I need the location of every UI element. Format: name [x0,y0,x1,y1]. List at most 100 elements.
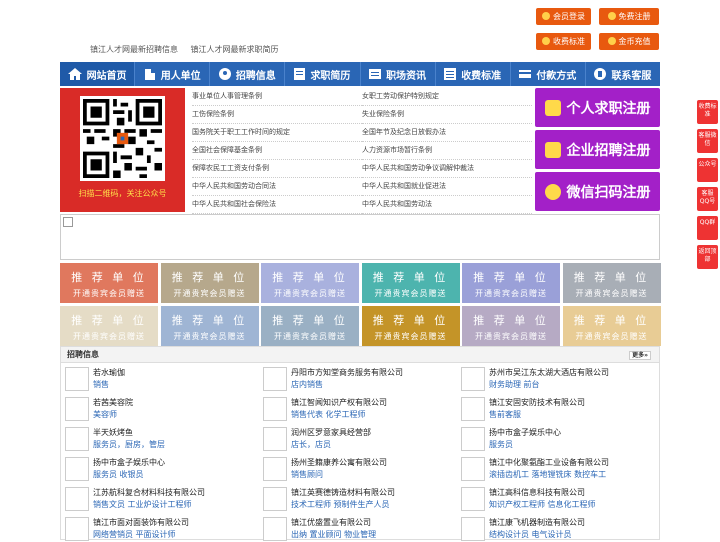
job-positions[interactable]: 销售文员 工业炉设计工程师 [93,499,192,510]
job-listing[interactable]: 镇江优盛置业有限公司 出纳 置业顾问 物业管理 [259,514,449,542]
company-name[interactable]: 镇江高科信息科技有限公司 [489,487,585,498]
personal-register-button[interactable]: 个人求职注册 [535,88,660,127]
side-item[interactable]: 返回顶部 [697,245,718,269]
promo-slot[interactable]: 推 荐 单 位开通贵宾会员赠送 [160,306,259,346]
policy-link[interactable]: 事业单位人事管理条例 [192,88,362,106]
policy-link[interactable]: 中华人民共和国劳动法 [362,196,532,214]
nav-pricing[interactable]: 收费标准 [436,62,511,86]
promo-slot[interactable]: 推 荐 单 位开通贵宾会员赠送 [261,306,359,346]
job-listing[interactable]: 扬中市盒子娱乐中心 服务员 收银员 [61,454,251,482]
company-name[interactable]: 镇江康飞机器制造有限公司 [489,517,585,528]
job-listing[interactable]: 镇江英赛德铸造材料有限公司 技术工程师 预制件生产人员 [259,484,449,512]
policy-link[interactable]: 工伤保险条例 [192,106,362,124]
nav-employers[interactable]: 用人单位 [135,62,211,86]
latest-resumes-link[interactable]: 镇江人才网最新求职简历 [191,45,279,54]
job-listing[interactable]: 镇江中化聚氨酯工业设备有限公司 滚插齿机工 落地镗铣床 数控车工 [457,454,647,482]
policy-link[interactable]: 女职工劳动保护特别规定 [362,88,532,106]
company-name[interactable]: 扬中市盒子娱乐中心 [489,427,561,438]
nav-home[interactable]: 网站首页 [60,62,136,86]
side-item[interactable]: 收费标准 [697,100,718,124]
promo-slot[interactable]: 推 荐 单 位开通贵宾会员赠送 [562,306,661,346]
promo-slot[interactable]: 推 荐 单 位开通贵宾会员赠送 [261,263,359,303]
promo-slot[interactable]: 推 荐 单 位开通贵宾会员赠送 [361,263,460,303]
company-name[interactable]: 镇江中化聚氨酯工业设备有限公司 [489,457,609,468]
nav-news[interactable]: 职场资讯 [361,62,436,86]
job-listing[interactable]: 镇江康飞机器制造有限公司 结构设计员 电气设计员 [457,514,647,542]
job-positions[interactable]: 销售 [93,379,109,390]
job-listing[interactable]: 丹阳市方知堂商务服务有限公司 店内销售 [259,364,449,392]
job-positions[interactable]: 财务助理 前台 [489,379,540,390]
job-positions[interactable]: 店长，店员 [291,439,331,450]
policy-link[interactable]: 国务院关于职工工作时间的规定 [192,124,362,142]
job-listing[interactable]: 镇江高科信息科技有限公司 知识产权工程师 信息化工程师 [457,484,647,512]
policy-link[interactable]: 失业保险条例 [362,106,532,124]
policy-link[interactable]: 中华人民共和国社会保险法 [192,196,362,214]
company-name[interactable]: 丹阳市方知堂商务服务有限公司 [291,367,403,378]
job-positions[interactable]: 销售顾问 [291,469,323,480]
job-listing[interactable]: 润州区罗意家具经营部 店长，店员 [259,424,449,452]
job-listing[interactable]: 扬州圣籍康养公寓有限公司 销售顾问 [259,454,449,482]
company-name[interactable]: 润州区罗意家具经营部 [291,427,371,438]
job-listing[interactable]: 扬中市盒子娱乐中心 服务员 [457,424,647,452]
company-register-button[interactable]: 企业招聘注册 [535,130,660,169]
company-name[interactable]: 扬州圣籍康养公寓有限公司 [291,457,387,468]
company-name[interactable]: 镇江智闻知识产权有限公司 [291,397,387,408]
policy-link[interactable]: 中华人民共和国就业促进法 [362,178,532,196]
recharge-button[interactable]: 金币充值 [599,33,659,50]
promo-slot[interactable]: 推 荐 单 位开通贵宾会员赠送 [462,306,560,346]
job-positions[interactable]: 知识产权工程师 信息化工程师 [489,499,596,510]
job-listing[interactable]: 江苏航科复合材料科技有限公司 销售文员 工业炉设计工程师 [61,484,251,512]
job-positions[interactable]: 结构设计员 电气设计员 [489,529,572,540]
promo-slot[interactable]: 推 荐 单 位开通贵宾会员赠送 [60,306,158,346]
company-name[interactable]: 扬中市盒子娱乐中心 [93,457,165,468]
job-listing[interactable]: 镇江安固安防技术有限公司 售前客服 [457,394,647,422]
company-name[interactable]: 半天妖烤鱼 [93,427,133,438]
policy-link[interactable]: 人力资源市场暂行条例 [362,142,532,160]
latest-jobs-link[interactable]: 镇江人才网最新招聘信息 [90,45,178,54]
policy-link[interactable]: 中华人民共和国劳动合同法 [192,178,362,196]
policy-link[interactable]: 全国社会保障基金条例 [192,142,362,160]
job-listing[interactable]: 半天妖烤鱼 服务员，厨房，管层 [61,424,251,452]
policy-link[interactable]: 保障农民工工资支付条例 [192,160,362,178]
job-listing[interactable]: 若水瑜伽 销售 [61,364,251,392]
policy-link[interactable]: 全国年节及纪念日放假办法 [362,124,532,142]
nav-payment[interactable]: 付款方式 [511,62,586,86]
job-positions[interactable]: 服务员 [489,439,513,450]
nav-contact[interactable]: 联系客服 [586,62,660,86]
nav-resumes[interactable]: 求职简历 [285,62,361,86]
promo-slot[interactable]: 推 荐 单 位开通贵宾会员赠送 [562,263,661,303]
company-name[interactable]: 江苏航科复合材料科技有限公司 [93,487,205,498]
wechat-register-button[interactable]: 微信扫码注册 [535,172,660,211]
company-name[interactable]: 镇江英赛德铸造材料有限公司 [291,487,395,498]
job-positions[interactable]: 技术工程师 预制件生产人员 [291,499,390,510]
job-listing[interactable]: 若茜美容院 美容师 [61,394,251,422]
company-name[interactable]: 若水瑜伽 [93,367,125,378]
nav-jobs[interactable]: 招聘信息 [210,62,286,86]
job-positions[interactable]: 网络营销员 平面设计师 [93,529,176,540]
job-positions[interactable]: 服务员，厨房，管层 [93,439,165,450]
job-positions[interactable]: 服务员 收银员 [93,469,144,480]
promo-slot[interactable]: 推 荐 单 位开通贵宾会员赠送 [160,263,259,303]
promo-slot[interactable]: 推 荐 单 位开通贵宾会员赠送 [60,263,158,303]
company-name[interactable]: 苏州市吴江东太湖大酒店有限公司 [489,367,609,378]
company-name[interactable]: 若茜美容院 [93,397,133,408]
login-button[interactable]: 会员登录 [536,8,591,25]
side-item[interactable]: 客服微信 [697,129,718,153]
job-listing[interactable]: 镇江市面对面装饰有限公司 网络营销员 平面设计师 [61,514,251,542]
company-name[interactable]: 镇江优盛置业有限公司 [291,517,371,528]
job-listing[interactable]: 苏州市吴江东太湖大酒店有限公司 财务助理 前台 [457,364,647,392]
company-name[interactable]: 镇江市面对面装饰有限公司 [93,517,189,528]
promo-slot[interactable]: 推 荐 单 位开通贵宾会员赠送 [462,263,560,303]
job-positions[interactable]: 店内销售 [291,379,323,390]
job-listing[interactable]: 镇江智闻知识产权有限公司 销售代表 化学工程师 [259,394,449,422]
job-positions[interactable]: 销售代表 化学工程师 [291,409,366,420]
more-link[interactable]: 更多» [629,351,651,360]
ad-banner[interactable] [60,214,660,260]
register-button[interactable]: 免费注册 [599,8,659,25]
side-item[interactable]: QQ群 [697,216,718,240]
policy-link[interactable]: 中华人民共和国劳动争议调解仲裁法 [362,160,532,178]
job-positions[interactable]: 出纳 置业顾问 物业管理 [291,529,376,540]
job-positions[interactable]: 美容师 [93,409,117,420]
job-positions[interactable]: 售前客服 [489,409,521,420]
company-name[interactable]: 镇江安固安防技术有限公司 [489,397,585,408]
